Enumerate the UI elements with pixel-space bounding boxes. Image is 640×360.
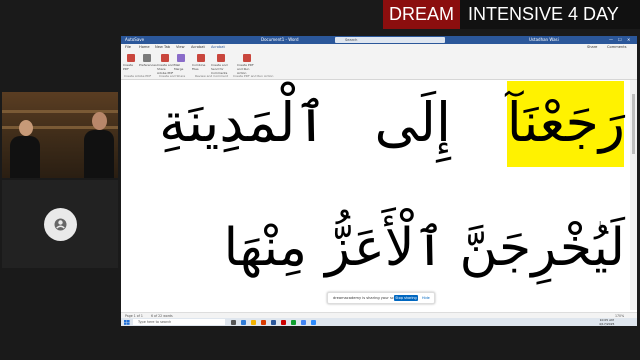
user-name[interactable]: Ustadhan Wasi [529, 36, 559, 44]
create-pdf-icon[interactable] [127, 54, 135, 62]
vertical-scrollbar[interactable] [630, 80, 637, 310]
task-view-icon[interactable] [231, 319, 236, 325]
tab-acrobat[interactable]: Acrobat [191, 44, 205, 51]
ribbon-tabs: File Home New Tab View Acrobat Acrobat S… [121, 44, 637, 52]
word-ila[interactable]: إِلَى [375, 86, 451, 160]
clock-date: 4/17/2025 [599, 322, 615, 326]
combine-files-icon[interactable] [197, 54, 205, 62]
ribbon-combine[interactable]: Combine Files [192, 63, 210, 71]
word-minha[interactable]: مِنْهَا [224, 208, 307, 288]
tab-file[interactable]: File [125, 44, 131, 51]
scroll-thumb[interactable] [632, 94, 635, 154]
person-icon [54, 218, 67, 231]
close-icon[interactable]: ✕ [627, 36, 630, 44]
send-comments-icon[interactable] [217, 54, 225, 62]
avatar [44, 208, 77, 241]
share-button[interactable]: Share [587, 44, 597, 51]
text-cursor: I [599, 220, 602, 229]
participant-1 [10, 120, 40, 178]
group-create-pdf: Create Adobe PDF [124, 74, 152, 78]
group-run-action: Create PDF and Run Action [233, 74, 274, 78]
banner-dream: DREAM [383, 0, 461, 29]
zoom-icon[interactable] [311, 319, 316, 325]
search-placeholder: Search [345, 38, 358, 42]
toast-text: dreamacademy is sharing your screen. [333, 296, 404, 300]
window-title: Document1 - Word [261, 37, 299, 42]
minimize-icon[interactable]: — [609, 36, 613, 44]
ribbon: Create PDF Preferences Create and Share … [121, 51, 637, 80]
tab-view[interactable]: View [176, 44, 185, 51]
office-icon[interactable] [261, 319, 266, 325]
tab-new-tab[interactable]: New Tab [155, 44, 170, 51]
chrome-icon[interactable] [301, 319, 306, 325]
edge-icon[interactable] [241, 319, 246, 325]
word-alaazz[interactable]: ٱلْأَعَزُّ [325, 208, 445, 288]
ribbon-create-pdf[interactable]: Create PDF [123, 63, 139, 71]
acrobat-icon[interactable] [281, 319, 286, 325]
maximize-icon[interactable]: ☐ [618, 36, 622, 44]
word-almadinah[interactable]: ٱلْمَدِينَةِ [159, 86, 327, 160]
screen-share-toast: dreamacademy is sharing your screen. Sto… [327, 292, 435, 304]
participant-video[interactable] [2, 92, 118, 178]
preferences-icon[interactable] [143, 54, 151, 62]
taskbar-search-placeholder: Type here to search [138, 320, 172, 324]
word-icon[interactable] [271, 319, 276, 325]
stop-sharing-button[interactable]: Stop sharing [394, 295, 418, 301]
search-box[interactable]: Search [335, 37, 445, 43]
create-share-icon[interactable] [161, 54, 169, 62]
hide-link[interactable]: Hide [422, 293, 430, 303]
comments-button[interactable]: Comments [607, 44, 626, 51]
app-icon[interactable] [291, 319, 296, 325]
mail-merge-icon[interactable] [177, 54, 185, 62]
autosave-label[interactable]: AutoSave [125, 36, 144, 44]
title-bar: AutoSave Document1 - Word Search Ustadha… [121, 36, 637, 44]
word-window: AutoSave Document1 - Word Search Ustadha… [121, 36, 637, 326]
explorer-icon[interactable] [251, 319, 256, 325]
run-action-icon[interactable] [243, 54, 251, 62]
taskbar-clock[interactable]: 10:05 AM 4/17/2025 [599, 318, 614, 326]
group-create-share: Create and Share [159, 74, 186, 78]
stream-banner: DREAM INTENSIVE 4 DAY 5 [383, 0, 640, 53]
ribbon-preferences[interactable]: Preferences [139, 63, 157, 67]
group-review: Review and Comment [195, 74, 228, 78]
taskbar: Type here to search 10:05 AM 4/17/2025 [121, 318, 637, 326]
banner-title: INTENSIVE 4 DAY 5 [460, 0, 640, 53]
ribbon-mail-merge[interactable]: Mail Merge [174, 63, 188, 71]
taskbar-search[interactable]: Type here to search [133, 319, 225, 325]
participant-2 [84, 112, 114, 178]
word-rajana[interactable]: رَجَعْنَآ [507, 86, 625, 160]
document-canvas[interactable]: رَجَعْنَآ إِلَى ٱلْمَدِينَةِ لَيُخْرِجَن… [121, 80, 637, 312]
windows-start-icon[interactable] [124, 319, 130, 325]
tab-home[interactable]: Home [139, 44, 150, 51]
